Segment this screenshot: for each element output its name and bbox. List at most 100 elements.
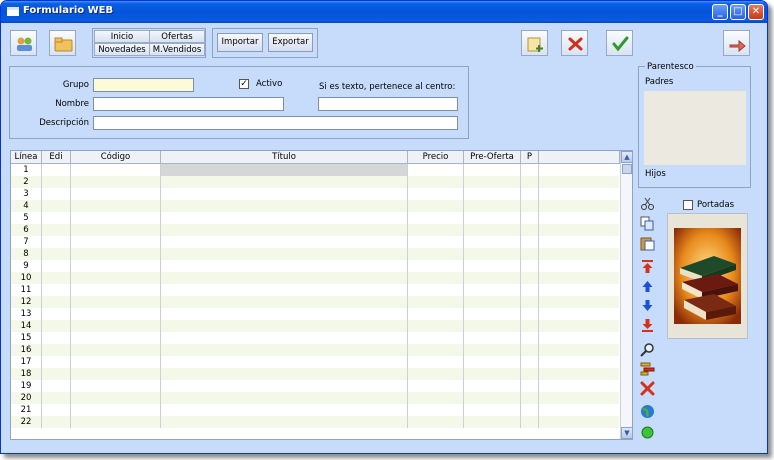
table-cell[interactable] — [161, 404, 408, 416]
table-cell[interactable] — [408, 356, 464, 368]
table-cell[interactable] — [42, 392, 71, 404]
table-cell[interactable] — [71, 296, 161, 308]
table-cell[interactable] — [71, 392, 161, 404]
accept-button[interactable] — [606, 30, 633, 56]
table-cell[interactable] — [161, 308, 408, 320]
table-cell[interactable] — [161, 260, 408, 272]
table-cell[interactable] — [161, 392, 408, 404]
parentesco-tree[interactable] — [644, 91, 746, 165]
table-cell[interactable] — [71, 236, 161, 248]
inicio-button[interactable]: Inicio — [94, 30, 150, 43]
table-cell[interactable] — [42, 320, 71, 332]
table-row[interactable]: 21 — [11, 404, 619, 416]
table-cell[interactable] — [42, 332, 71, 344]
table-cell[interactable] — [521, 272, 539, 284]
folder-button[interactable] — [49, 30, 76, 56]
table-cell[interactable] — [521, 248, 539, 260]
table-cell[interactable] — [464, 380, 521, 392]
table-cell[interactable] — [71, 176, 161, 188]
table-cell[interactable] — [464, 344, 521, 356]
table-cell[interactable] — [408, 320, 464, 332]
table-cell[interactable] — [42, 188, 71, 200]
table-cell[interactable] — [408, 344, 464, 356]
table-cell[interactable] — [161, 332, 408, 344]
table-row[interactable]: 17 — [11, 356, 619, 368]
table-cell[interactable] — [408, 332, 464, 344]
scroll-down-button[interactable]: ▼ — [621, 427, 632, 439]
table-cell[interactable] — [161, 176, 408, 188]
ofertas-button[interactable]: Ofertas — [149, 30, 205, 43]
table-cell[interactable] — [464, 392, 521, 404]
table-cell[interactable] — [408, 272, 464, 284]
table-cell[interactable] — [71, 368, 161, 380]
table-cell[interactable] — [42, 380, 71, 392]
table-cell[interactable] — [408, 176, 464, 188]
table-cell[interactable] — [408, 380, 464, 392]
table-row[interactable]: 3 — [11, 188, 619, 200]
nombre-field[interactable] — [93, 97, 284, 111]
table-cell[interactable] — [408, 416, 464, 428]
table-cell[interactable] — [42, 212, 71, 224]
table-cell[interactable] — [464, 332, 521, 344]
table-row[interactable]: 2 — [11, 176, 619, 188]
table-cell[interactable] — [521, 308, 539, 320]
table-cell[interactable] — [161, 368, 408, 380]
table-cell[interactable] — [464, 308, 521, 320]
table-row[interactable]: 11 — [11, 284, 619, 296]
table-cell[interactable] — [71, 344, 161, 356]
table-cell[interactable] — [521, 296, 539, 308]
table-cell[interactable] — [464, 176, 521, 188]
table-cell[interactable] — [42, 344, 71, 356]
table-cell[interactable] — [42, 260, 71, 272]
table-cell[interactable] — [42, 296, 71, 308]
table-cell[interactable] — [42, 368, 71, 380]
table-cell[interactable] — [71, 356, 161, 368]
table-row[interactable]: 1 — [11, 164, 619, 176]
table-row[interactable]: 15 — [11, 332, 619, 344]
table-cell[interactable] — [71, 248, 161, 260]
table-cell[interactable] — [161, 284, 408, 296]
people-button[interactable] — [10, 30, 37, 56]
table-cell[interactable] — [521, 416, 539, 428]
table-cell[interactable] — [408, 260, 464, 272]
table-cell[interactable] — [464, 236, 521, 248]
table-cell[interactable] — [42, 284, 71, 296]
table-cell[interactable] — [161, 164, 408, 176]
products-table[interactable]: Línea Edi Código Título Precio Pre-Oferta P 12… — [10, 150, 633, 440]
table-cell[interactable] — [408, 308, 464, 320]
table-cell[interactable] — [161, 320, 408, 332]
table-cell[interactable] — [464, 224, 521, 236]
table-cell[interactable] — [71, 380, 161, 392]
table-cell[interactable] — [521, 224, 539, 236]
table-cell[interactable] — [71, 416, 161, 428]
table-cell[interactable] — [408, 248, 464, 260]
remove-button[interactable] — [639, 380, 656, 397]
table-cell[interactable] — [408, 188, 464, 200]
copy-button[interactable] — [639, 215, 656, 232]
table-row[interactable]: 22 — [11, 416, 619, 428]
table-row[interactable]: 9 — [11, 260, 619, 272]
move-down-button[interactable] — [639, 297, 656, 314]
table-cell[interactable] — [464, 320, 521, 332]
table-cell[interactable] — [161, 380, 408, 392]
table-cell[interactable] — [71, 224, 161, 236]
table-cell[interactable] — [161, 224, 408, 236]
table-cell[interactable] — [71, 212, 161, 224]
table-cell[interactable] — [42, 200, 71, 212]
table-cell[interactable] — [408, 164, 464, 176]
table-cell[interactable] — [464, 296, 521, 308]
table-row[interactable]: 16 — [11, 344, 619, 356]
table-cell[interactable] — [42, 248, 71, 260]
table-cell[interactable] — [42, 176, 71, 188]
table-row[interactable]: 19 — [11, 380, 619, 392]
table-row[interactable]: 14 — [11, 320, 619, 332]
table-cell[interactable] — [161, 344, 408, 356]
scroll-thumb[interactable] — [622, 164, 632, 174]
table-cell[interactable] — [71, 260, 161, 272]
table-cell[interactable] — [42, 416, 71, 428]
scroll-up-button[interactable]: ▲ — [621, 151, 632, 163]
move-up-button[interactable] — [639, 278, 656, 295]
table-cell[interactable] — [464, 368, 521, 380]
search-button[interactable] — [639, 341, 656, 358]
column-header[interactable]: Título — [161, 151, 408, 164]
